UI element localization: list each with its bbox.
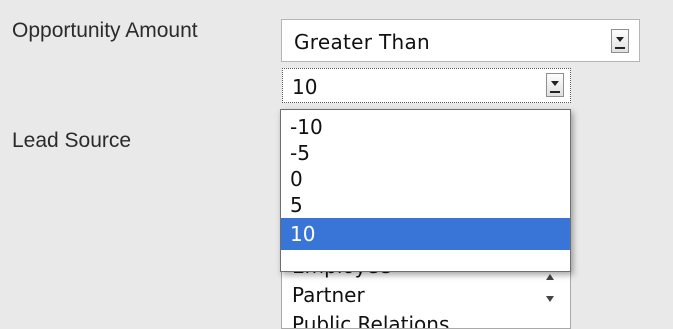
amount-value-dropdown-menu[interactable]: -10 -5 0 5 10 — [280, 109, 571, 272]
scroll-down-icon[interactable] — [546, 296, 554, 302]
chevron-down-icon[interactable] — [546, 73, 564, 97]
operator-select-value: Greater Than — [294, 30, 430, 54]
amount-option[interactable]: 5 — [281, 192, 570, 218]
operator-select[interactable]: Greater Than — [281, 19, 640, 62]
amount-option[interactable]: -5 — [281, 140, 570, 166]
amount-value-select-value: 10 — [292, 75, 318, 99]
amount-option-selected[interactable]: 10 — [281, 218, 570, 250]
amount-option[interactable]: -10 — [281, 114, 570, 140]
amount-option[interactable]: 0 — [281, 166, 570, 192]
lead-source-option[interactable]: Public Relations — [292, 312, 449, 328]
lead-source-option[interactable]: Partner — [292, 283, 365, 307]
amount-value-select[interactable]: 10 — [282, 68, 571, 103]
opportunity-amount-label: Opportunity Amount — [12, 19, 198, 42]
scroll-up-icon[interactable] — [546, 274, 554, 280]
chevron-down-icon[interactable] — [611, 29, 629, 53]
lead-source-label: Lead Source — [12, 129, 132, 152]
